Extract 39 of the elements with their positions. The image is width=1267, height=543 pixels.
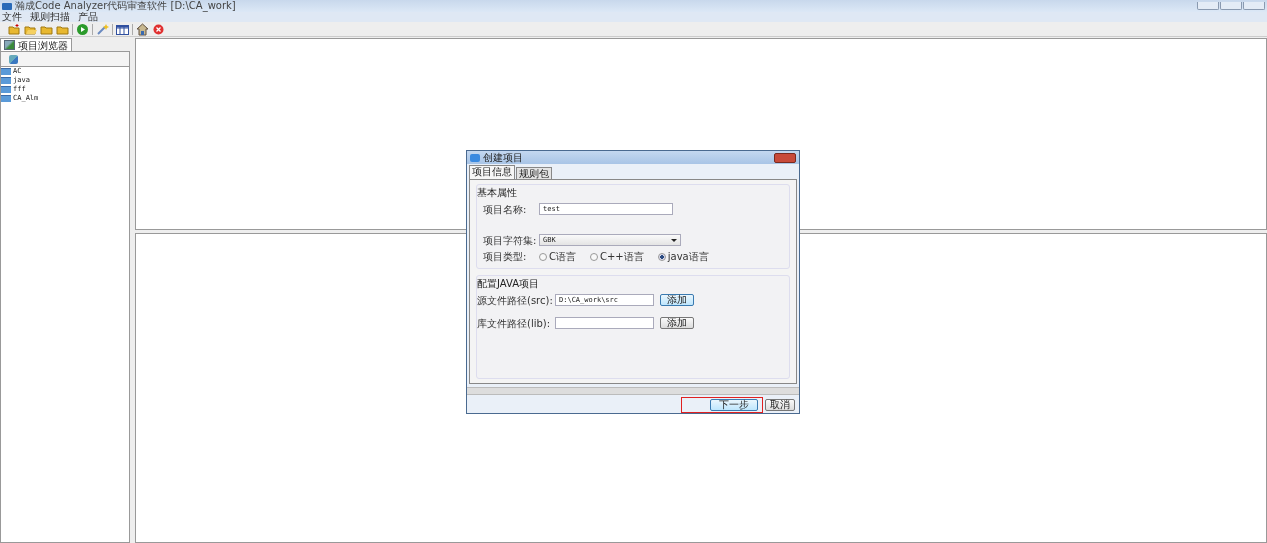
dialog-title: 创建项目 xyxy=(483,152,523,163)
menu-item[interactable]: 文件 xyxy=(2,12,22,22)
caret-icon xyxy=(671,238,677,242)
table-icon[interactable] xyxy=(116,22,129,36)
radio-button[interactable] xyxy=(657,252,666,261)
cancel-button[interactable]: 取消 xyxy=(765,399,795,411)
wand-icon[interactable] xyxy=(96,22,109,36)
next-button[interactable]: 下一步 xyxy=(710,399,758,411)
stop-icon[interactable] xyxy=(152,22,165,36)
radio-option[interactable]: C语言 xyxy=(539,251,576,262)
radio-button[interactable] xyxy=(590,252,598,261)
chart-icon xyxy=(4,40,15,50)
field-label: 项目类型: xyxy=(483,251,528,262)
add-button[interactable]: 添加 xyxy=(660,294,694,306)
radio-button[interactable] xyxy=(539,252,547,261)
input-field[interactable] xyxy=(555,317,654,329)
radio-option[interactable]: C++语言 xyxy=(590,251,644,262)
refresh-icon[interactable] xyxy=(9,54,18,64)
menu-item[interactable]: 产品 xyxy=(78,12,98,22)
folder-icon[interactable] xyxy=(8,22,21,36)
dialog-tab[interactable]: 规则包 xyxy=(516,167,552,179)
add-button[interactable]: 添加 xyxy=(660,317,694,329)
field-label: 项目名称: xyxy=(483,203,528,215)
radio-label: C++语言 xyxy=(600,251,644,262)
panel-tab[interactable]: 项目浏览器 xyxy=(0,38,72,51)
close-button[interactable] xyxy=(774,152,796,163)
group-title: 基本属性 xyxy=(477,187,518,198)
minimize-button[interactable] xyxy=(1197,2,1219,10)
field-label: 库文件路径(lib): xyxy=(477,317,549,329)
radio-option[interactable]: java语言 xyxy=(657,251,709,262)
window-title: 瀚成Code Analyzer代码审查软件 [D:\CA_work] xyxy=(15,0,236,12)
radio-label: java语言 xyxy=(667,251,709,262)
maximize-button[interactable] xyxy=(1220,2,1242,10)
play-icon[interactable] xyxy=(76,22,89,36)
radio-label: C语言 xyxy=(549,251,576,262)
menu-item[interactable]: 规则扫描 xyxy=(30,12,70,22)
home-icon[interactable] xyxy=(136,22,149,36)
dialog-tab[interactable]: 项目信息 xyxy=(469,165,515,179)
group-title: 配置JAVA项目 xyxy=(477,278,541,289)
